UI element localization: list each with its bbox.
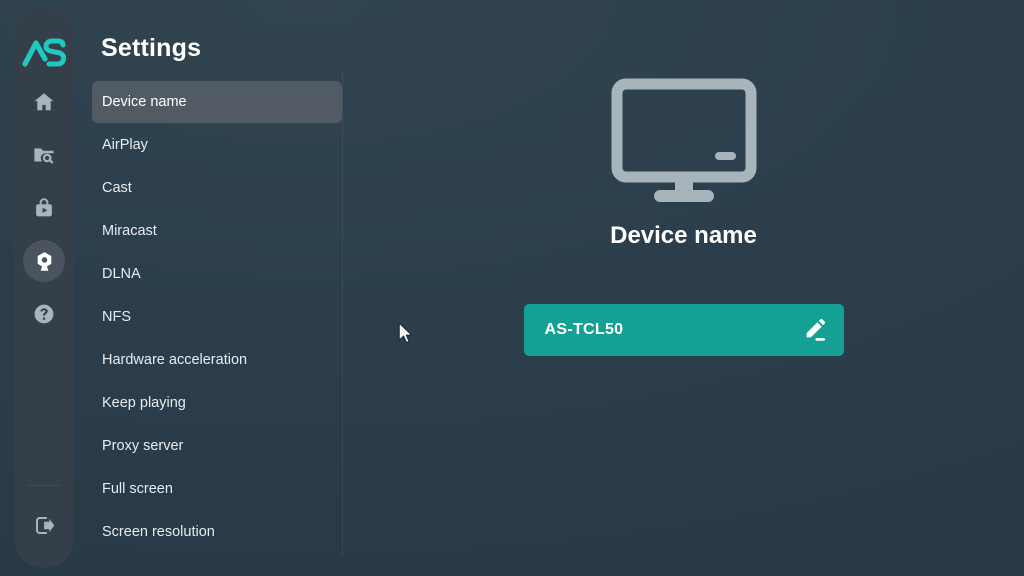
page-title: Settings [101, 34, 202, 62]
settings-item-airplay[interactable]: AirPlay [92, 124, 342, 166]
sidebar-rail [14, 8, 74, 568]
settings-item-full-screen[interactable]: Full screen [92, 468, 342, 510]
home-icon [32, 90, 56, 114]
gear-icon [33, 250, 56, 273]
content-heading: Device name [610, 222, 757, 249]
brand-logo-as-icon[interactable] [21, 36, 67, 70]
sidebar-divider [29, 485, 59, 486]
store-bag-play-icon [32, 196, 56, 220]
sidebar-item-help[interactable] [23, 293, 65, 335]
settings-item-keep-playing[interactable]: Keep playing [92, 382, 342, 424]
device-name-value: AS-TCL50 [544, 321, 624, 338]
sidebar-item-home[interactable] [23, 81, 65, 123]
sidebar-item-settings[interactable] [23, 240, 65, 282]
content-area: Device name AS-TCL50 [343, 0, 1024, 576]
settings-item-device-name[interactable]: Device name [92, 81, 342, 123]
folder-search-icon [32, 143, 56, 167]
monitor-icon [611, 78, 757, 206]
pencil-edit-icon[interactable] [802, 317, 828, 343]
settings-item-nfs[interactable]: NFS [92, 296, 342, 338]
device-name-field[interactable]: AS-TCL50 [523, 304, 844, 356]
settings-item-cast[interactable]: Cast [92, 167, 342, 209]
settings-item-screen-resolution[interactable]: Screen resolution [92, 511, 342, 553]
app-root: Settings Device name AirPlay Cast Miraca… [0, 0, 1024, 576]
sidebar-item-browse[interactable] [23, 134, 65, 176]
settings-item-proxy-server[interactable]: Proxy server [92, 425, 342, 467]
settings-item-dlna[interactable]: DLNA [92, 253, 342, 295]
settings-item-miracast[interactable]: Miracast [92, 210, 342, 252]
help-circle-icon [32, 302, 56, 326]
sidebar-item-exit[interactable] [23, 504, 65, 546]
sidebar-item-store[interactable] [23, 187, 65, 229]
settings-item-hardware-acceleration[interactable]: Hardware acceleration [92, 339, 342, 381]
exit-icon [32, 513, 57, 538]
settings-panel: Settings Device name AirPlay Cast Miraca… [92, 0, 342, 576]
settings-menu: Device name AirPlay Cast Miracast DLNA N… [92, 81, 342, 553]
